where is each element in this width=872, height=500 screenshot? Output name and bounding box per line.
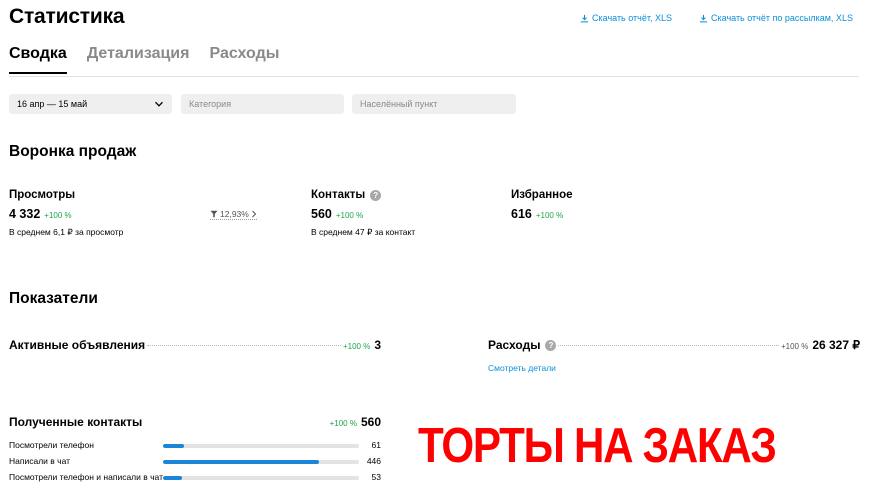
favorites-value: 616 xyxy=(511,207,532,221)
city-filter[interactable] xyxy=(352,94,516,114)
conversion-link[interactable]: 12,93% xyxy=(210,209,257,220)
progress-fill xyxy=(163,460,320,464)
views-average: В среднем 6,1 ₽ за просмотр xyxy=(9,227,124,237)
received-contacts-change: +100 % xyxy=(329,419,357,428)
views-label: Просмотры xyxy=(9,189,76,201)
download-mailing-report-link[interactable]: Скачать отчёт по рассылкам, XLS xyxy=(699,13,853,23)
download-report-label: Скачать отчёт, XLS xyxy=(592,13,673,23)
download-report-link[interactable]: Скачать отчёт, XLS xyxy=(580,13,672,23)
contact-row-value: 53 xyxy=(371,472,381,482)
received-contacts-row: Полученные контакты +100 % 560 xyxy=(9,415,381,429)
contact-row-value: 61 xyxy=(371,440,381,450)
expenses-label: Расходы xyxy=(488,338,541,352)
dotted-leader xyxy=(558,345,779,346)
help-icon[interactable]: ? xyxy=(370,189,382,201)
progress-bar xyxy=(163,460,359,464)
download-icon xyxy=(580,14,589,22)
active-ads-value: 3 xyxy=(374,338,381,352)
favorites-label: Избранное xyxy=(511,189,573,201)
views-value-row: 4 332 +100 % xyxy=(9,207,72,221)
contacts-value: 560 xyxy=(311,207,332,221)
contacts-value-row: 560 +100 % xyxy=(311,207,363,221)
active-ads-change: +100 % xyxy=(342,342,371,351)
tab-bar: Сводка Детализация Расходы xyxy=(9,45,279,74)
download-icon xyxy=(699,14,708,22)
promo-overlay-text: ТОРТЫ НА ЗАКАЗ xyxy=(418,419,777,473)
expenses-label-wrap: Расходы ? xyxy=(488,338,557,352)
chevron-down-icon xyxy=(155,101,163,107)
dotted-leader xyxy=(147,345,341,346)
tab-summary[interactable]: Сводка xyxy=(9,45,67,74)
city-input[interactable] xyxy=(360,99,508,109)
tabs-divider xyxy=(9,76,859,77)
list-item: Написали в чат 446 xyxy=(9,456,381,466)
favorites-value-row: 616 +100 % xyxy=(511,207,563,221)
funnel-title: Воронка продаж xyxy=(9,143,137,160)
contacts-breakdown: Посмотрели телефон 61 Написали в чат 446… xyxy=(9,440,381,488)
progress-bar xyxy=(163,444,359,448)
category-filter[interactable] xyxy=(181,94,344,114)
received-contacts-label: Полученные контакты xyxy=(9,415,143,429)
indicators-title: Показатели xyxy=(9,290,98,307)
funnel-filter-icon xyxy=(210,210,218,218)
contact-row-label: Написали в чат xyxy=(9,456,71,466)
contacts-change: +100 % xyxy=(335,211,364,220)
favorites-change: +100 % xyxy=(535,211,564,220)
received-contacts-value: 560 xyxy=(360,415,381,429)
view-details-link[interactable]: Смотреть детали xyxy=(488,363,556,373)
page-title: Статистика xyxy=(9,5,125,28)
conversion-value: 12,93% xyxy=(220,209,249,219)
contacts-average: В среднем 47 ₽ за контакт xyxy=(311,227,416,237)
category-input[interactable] xyxy=(189,99,336,109)
views-value: 4 332 xyxy=(9,207,41,221)
help-icon[interactable]: ? xyxy=(545,339,557,351)
expenses-row: Расходы ? +100 % 26 327 ₽ xyxy=(488,338,860,352)
date-range-value: 16 апр — 15 май xyxy=(17,99,88,109)
progress-fill xyxy=(163,444,185,448)
contact-row-label: Посмотрели телефон и написали в чат xyxy=(9,472,163,482)
date-range-select[interactable]: 16 апр — 15 май xyxy=(9,94,172,114)
contact-row-value: 446 xyxy=(366,456,381,466)
active-ads-label: Активные объявления xyxy=(9,338,146,352)
contacts-label-row: Контакты ? xyxy=(311,189,382,201)
contact-row-label: Посмотрели телефон xyxy=(9,440,94,450)
tab-details[interactable]: Детализация xyxy=(87,45,190,74)
expenses-value: 26 327 ₽ xyxy=(812,338,860,352)
tab-expenses[interactable]: Расходы xyxy=(209,45,279,74)
chevron-right-icon xyxy=(251,210,257,218)
progress-bar xyxy=(163,476,359,480)
list-item: Посмотрели телефон и написали в чат 53 xyxy=(9,472,381,482)
active-ads-row: Активные объявления +100 % 3 xyxy=(9,338,381,352)
views-change: +100 % xyxy=(44,211,72,220)
download-mailing-report-label: Скачать отчёт по рассылкам, XLS xyxy=(711,13,853,23)
progress-fill xyxy=(163,476,182,480)
list-item: Посмотрели телефон 61 xyxy=(9,440,381,450)
contacts-label: Контакты xyxy=(311,189,366,201)
expenses-change: +100 % xyxy=(780,342,809,351)
